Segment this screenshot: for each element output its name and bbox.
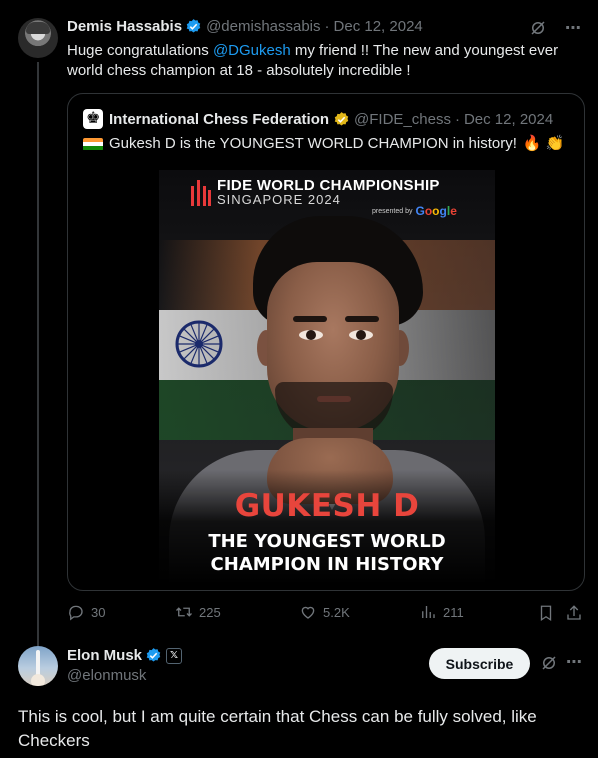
portrait-brow [345,316,379,322]
poster-tagline-line: THE YOUNGEST WORLD [208,531,446,552]
tweet-header: Demis Hassabis @demishassabis · Dec 12, … [67,18,423,35]
author-handle[interactable]: @elonmusk [67,667,146,684]
grok-icon[interactable] [540,654,558,672]
tweet-action-bar: 30 225 5.2K 211 [67,603,585,623]
fire-emoji-icon: 🔥 [522,135,542,152]
poster-player-name: GUKESH D [234,488,420,524]
fide-pawn-logo-icon [191,179,211,206]
fide-championship-brand: FIDE WORLD CHAMPIONSHIP SINGAPORE 2024 [191,178,440,207]
retweet-count: 225 [199,604,221,620]
reply-count: 30 [91,604,106,620]
bookmark-icon[interactable] [537,604,555,622]
author-name[interactable]: Demis Hassabis [67,18,182,35]
view-count: 211 [443,604,464,620]
x-affiliation-badge-icon[interactable]: 𝕏 [166,647,183,664]
grok-icon[interactable] [529,19,547,37]
views-chart-icon [422,606,435,618]
quoted-tweet-date[interactable]: Dec 12, 2024 [464,111,553,128]
championship-poster-image[interactable]: FIDE WORLD CHAMPIONSHIP SINGAPORE 2024 p… [159,170,495,584]
avatar[interactable] [18,646,58,686]
verified-organization-badge-icon [334,111,349,126]
separator-dot: · [324,18,330,35]
like-button[interactable]: 5.2K [299,603,350,621]
india-flag-icon [83,137,103,151]
tweet-text: Huge congratulations @DGukesh my friend … [67,41,577,81]
presented-by-text: presented by [372,207,413,215]
reply-icon [69,605,83,621]
ashoka-chakra-icon [175,320,223,368]
subscribe-button[interactable]: Subscribe [429,648,530,679]
share-icon[interactable] [565,604,583,622]
google-logo: Google [415,204,457,218]
quoted-tweet-card[interactable]: International Chess Federation @FIDE_che… [67,93,585,591]
heart-icon [301,606,315,619]
quoted-tweet-header: International Chess Federation @FIDE_che… [83,108,553,129]
portrait-eye [349,330,373,340]
clapping-hands-emoji-icon: 👏 [545,135,565,152]
more-options-icon[interactable]: ⋯ [565,18,582,38]
quoted-author-name[interactable]: International Chess Federation [109,111,329,128]
tweet-date[interactable]: Dec 12, 2024 [334,18,423,35]
quoted-text-body: Gukesh D is the YOUNGEST WORLD CHAMPION … [109,135,517,152]
author-handle[interactable]: @demishassabis [206,18,320,35]
verified-badge-icon [186,19,201,33]
retweet-button[interactable]: 225 [175,603,221,621]
quoted-author-handle[interactable]: @FIDE_chess [354,111,451,128]
portrait-eye [299,330,323,340]
sponsor-credit: presented by Google [372,204,457,218]
retweet-icon [176,607,192,617]
tweet-header: Elon Musk 𝕏 [67,647,183,664]
thread-connector-line [37,62,39,646]
like-count: 5.2K [323,604,350,620]
tweet-text-part: Huge congratulations [67,42,213,59]
portrait-brow [293,316,327,322]
tweet-text: This is cool, but I am quite certain tha… [18,707,537,750]
verified-badge-icon [146,648,161,662]
separator-dot: · [454,110,460,128]
avatar[interactable] [18,18,58,58]
more-options-icon[interactable]: ⋯ [566,652,583,672]
reply-button[interactable]: 30 [67,603,105,621]
poster-tagline-line: CHAMPION IN HISTORY [210,554,444,575]
quoted-tweet-text: Gukesh D is the YOUNGEST WORLD CHAMPION … [83,134,564,154]
portrait-mouth [317,396,351,402]
poster-tagline: THE YOUNGEST WORLD CHAMPION IN HISTORY [159,530,495,576]
fide-logo-avatar[interactable] [83,108,103,129]
mention-link[interactable]: @DGukesh [213,42,291,59]
poster-title: FIDE WORLD CHAMPIONSHIP [217,177,440,194]
author-name[interactable]: Elon Musk [67,647,142,664]
views-button[interactable]: 211 [419,603,464,621]
tweet-top-actions: ⋯ [529,18,582,38]
